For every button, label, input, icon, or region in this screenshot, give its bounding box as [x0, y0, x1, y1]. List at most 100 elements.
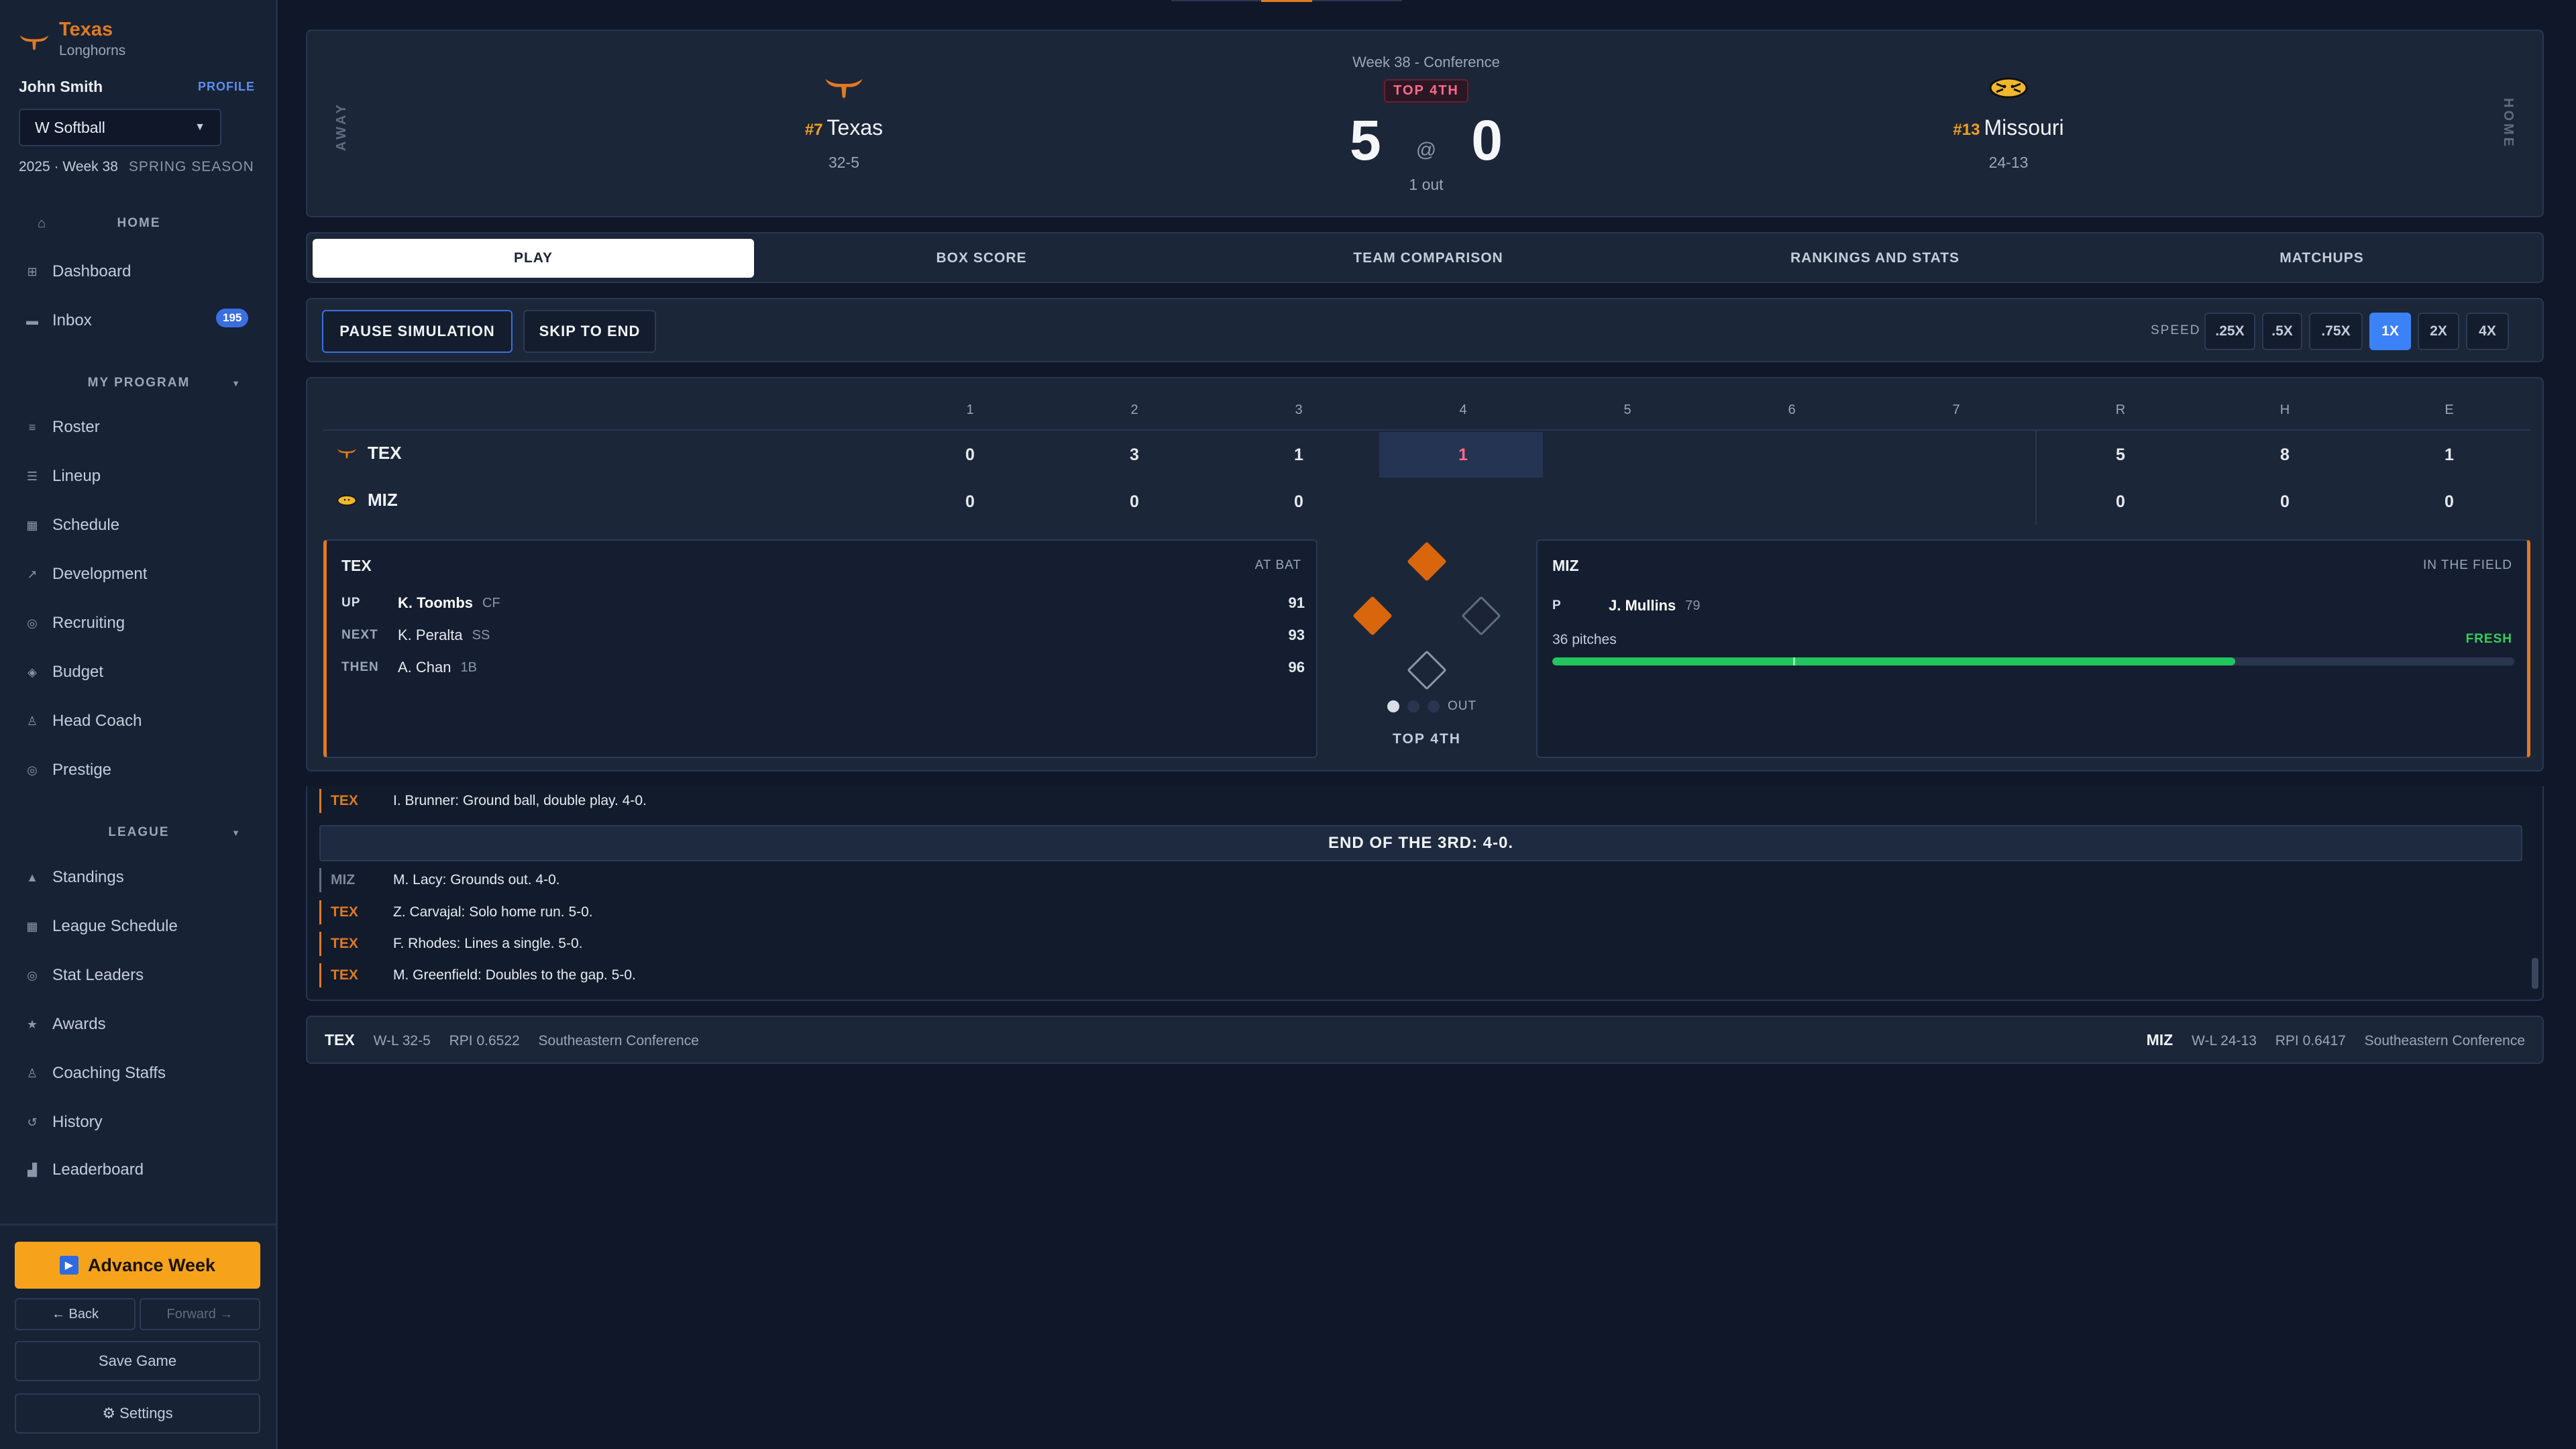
outs-label: OUT	[1448, 699, 1477, 713]
speed-075-button[interactable]: .75X	[2309, 313, 2363, 350]
sidebar-item-history[interactable]: ↺ History	[25, 1109, 102, 1136]
tab-rankings-and-stats[interactable]: RANKINGS AND STATS	[1654, 239, 2096, 278]
sidebar-item-schedule[interactable]: ▦ Schedule	[25, 512, 119, 539]
tab-play[interactable]: PLAY	[313, 239, 754, 278]
hits-total: 8	[2280, 445, 2290, 464]
play-icon: ▶	[59, 1256, 78, 1275]
team-win-loss: W-L 32-5	[373, 1032, 431, 1049]
batter-rating: 91	[1288, 594, 1305, 611]
play-row: MIZ M. Lacy: Grounds out. 4-0.	[319, 868, 560, 892]
speed-05-button[interactable]: .5X	[2262, 313, 2302, 350]
back-button[interactable]: ← Back	[15, 1298, 136, 1330]
forward-button[interactable]: Forward →	[140, 1298, 260, 1330]
sidebar-item-awards[interactable]: ★ Awards	[25, 1011, 106, 1038]
away-rank: #7	[804, 121, 823, 139]
batter-rating: 96	[1288, 659, 1305, 676]
away-team[interactable]: #7 Texas 32-5	[743, 71, 945, 172]
linescore-team-tex[interactable]: TEX	[337, 443, 402, 464]
season-info: 2025 · Week 38 SPRING SEASON	[19, 159, 254, 175]
user-name: John Smith	[19, 78, 103, 95]
brand-name: Texas	[59, 19, 113, 40]
play-by-play-scrollbar[interactable]	[2532, 958, 2538, 989]
sidebar-item-label: Recruiting	[52, 614, 125, 632]
sidebar-item-leaderboard[interactable]: ▟ Leaderboard	[25, 1157, 144, 1183]
team-conference: Southeastern Conference	[538, 1032, 699, 1049]
home-label: HOME	[2501, 98, 2516, 149]
play-team: MIZ	[319, 868, 393, 892]
save-game-button[interactable]: Save Game	[15, 1341, 260, 1381]
batter-rating: 93	[1288, 627, 1305, 643]
batter-position: CF	[482, 595, 500, 610]
sidebar-item-head-coach[interactable]: ♙ Head Coach	[25, 708, 142, 735]
speed-2x-button[interactable]: 2X	[2418, 313, 2459, 350]
inning-score: 3	[1130, 445, 1139, 464]
team-brand[interactable]: Texas Longhorns	[19, 16, 125, 59]
at-symbol: @	[1415, 138, 1437, 161]
sidebar-item-label: Leaderboard	[52, 1161, 144, 1179]
sidebar-item-league-schedule[interactable]: ▦ League Schedule	[25, 913, 177, 940]
speed-1x-button[interactable]: 1X	[2369, 313, 2411, 350]
speed-025-button[interactable]: .25X	[2204, 313, 2255, 350]
tab-team-comparison[interactable]: TEAM COMPARISON	[1208, 239, 1649, 278]
section-league[interactable]: LEAGUE ▼	[0, 825, 278, 840]
sidebar-item-dashboard[interactable]: ⊞ Dashboard	[25, 258, 131, 285]
inning-score: 0	[1294, 492, 1303, 511]
sidebar-item-lineup[interactable]: ☰ Lineup	[25, 463, 101, 490]
inning-score: 0	[965, 492, 975, 511]
sidebar: Texas Longhorns John Smith PROFILE W Sof…	[0, 0, 278, 1449]
sidebar-item-coaching-staffs[interactable]: ♙ Coaching Staffs	[25, 1060, 166, 1087]
section-my-program[interactable]: MY PROGRAM ▼	[0, 376, 278, 390]
errors-total: 0	[2445, 492, 2454, 511]
play-by-play: TEX I. Brunner: Ground ball, double play…	[306, 786, 2544, 1001]
speed-4x-button[interactable]: 4X	[2466, 313, 2509, 350]
sidebar-item-standings[interactable]: ▲ Standings	[25, 864, 124, 891]
play-row: TEX F. Rhodes: Lines a single. 5-0.	[319, 932, 583, 956]
batter-name: A. Chan	[398, 659, 451, 676]
sport-select[interactable]: W Softball ▼	[19, 109, 221, 146]
trend-icon: ↗	[27, 567, 38, 581]
settings-button[interactable]: ⚙ Settings	[15, 1393, 260, 1434]
tab-matchups[interactable]: MATCHUPS	[2101, 239, 2542, 278]
base-diamond: OUT TOP 4TH	[1324, 539, 1529, 761]
skip-to-end-button[interactable]: SKIP TO END	[523, 310, 656, 353]
advance-week-button[interactable]: ▶ Advance Week	[15, 1242, 260, 1289]
sidebar-item-label: Awards	[52, 1015, 106, 1033]
team-win-loss: W-L 24-13	[2192, 1032, 2257, 1049]
batter-row[interactable]: NEXT K. Peralta SS 93	[341, 627, 1305, 644]
gear-icon: ⚙	[102, 1405, 120, 1421]
list-icon: ≡	[28, 420, 36, 434]
forward-label: Forward	[166, 1306, 216, 1322]
brand-subtitle: Longhorns	[59, 43, 126, 58]
sidebar-item-stat-leaders[interactable]: ◎ Stat Leaders	[25, 962, 144, 989]
errors-header: E	[2445, 402, 2454, 417]
out-dot-icon	[1407, 700, 1419, 712]
nav-home[interactable]: ⌂ HOME	[0, 216, 278, 231]
pitcher-name: J. Mullins	[1609, 597, 1676, 614]
sidebar-item-development[interactable]: ↗ Development	[25, 561, 147, 588]
home-plate-icon	[1407, 650, 1447, 690]
tab-box-score[interactable]: BOX SCORE	[761, 239, 1202, 278]
bars-icon: ▟	[28, 1163, 37, 1177]
sidebar-item-budget[interactable]: ◈ Budget	[25, 659, 103, 686]
speed-label: SPEED	[2151, 323, 2201, 337]
calendar-icon: ▦	[26, 919, 38, 933]
settings-label: Settings	[119, 1405, 173, 1421]
linescore-team-miz[interactable]: MIZ	[337, 490, 398, 511]
sidebar-item-prestige[interactable]: ◎ Prestige	[25, 757, 111, 784]
sidebar-item-roster[interactable]: ≡ Roster	[25, 414, 100, 441]
hits-header: H	[2279, 402, 2290, 417]
sport-select-value: W Softball	[35, 118, 105, 136]
tiger-logo-icon	[1908, 71, 2109, 105]
home-team[interactable]: #13 Missouri 24-13	[1908, 71, 2109, 172]
profile-link[interactable]: PROFILE	[198, 80, 255, 94]
batter-row[interactable]: UP K. Toombs CF 91	[341, 594, 1305, 612]
team-abbr: MIZ	[368, 490, 398, 510]
top-accent	[1261, 0, 1312, 2]
pause-simulation-button[interactable]: PAUSE SIMULATION	[322, 310, 513, 353]
lines-icon: ☰	[26, 469, 38, 483]
pitcher-row[interactable]: P J. Mullins 79	[1552, 597, 1701, 614]
inning-score-current: 1	[1458, 445, 1468, 464]
batter-row[interactable]: THEN A. Chan 1B 96	[341, 659, 1305, 676]
sidebar-item-recruiting[interactable]: ◎ Recruiting	[25, 610, 125, 637]
team-abbr: MIZ	[2146, 1030, 2174, 1049]
